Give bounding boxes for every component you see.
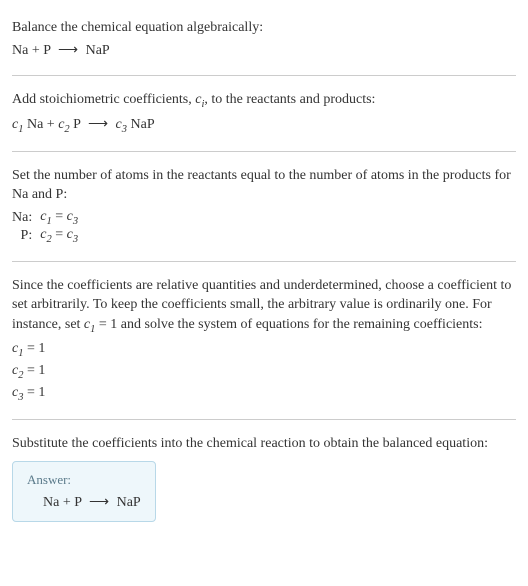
step1-text: Add stoichiometric coefficients, ci, to … xyxy=(12,90,516,112)
answer-equation: Na + P ⟶ NaP xyxy=(27,494,141,511)
intro-section: Balance the chemical equation algebraica… xyxy=(12,8,516,71)
coef-c2: c2 xyxy=(58,117,69,132)
step1-section: Add stoichiometric coefficients, ci, to … xyxy=(12,80,516,147)
arrow-icon: ⟶ xyxy=(88,116,108,133)
atom-label-na: Na: xyxy=(12,209,40,227)
step1-text-after: , to the reactants and products: xyxy=(204,92,375,107)
arrow-icon: ⟶ xyxy=(58,42,78,59)
solution-c1: c1 = 1 xyxy=(12,341,516,359)
step4-section: Substitute the coefficients into the che… xyxy=(12,424,516,531)
divider xyxy=(12,151,516,152)
step4-text: Substitute the coefficients into the che… xyxy=(12,434,516,454)
product-nap: NaP xyxy=(86,43,110,58)
answer-box: Answer: Na + P ⟶ NaP xyxy=(12,461,156,522)
coef-c3: c3 xyxy=(116,117,127,132)
step3-section: Since the coefficients are relative quan… xyxy=(12,266,516,415)
atom-table: Na: c1 = c3 P: c2 = c3 xyxy=(12,209,78,245)
step2-section: Set the number of atoms in the reactants… xyxy=(12,156,516,257)
reactant-na: Na xyxy=(12,43,28,58)
divider xyxy=(12,261,516,262)
solution-c2: c2 = 1 xyxy=(12,363,516,381)
eq-part-r2: P xyxy=(70,117,84,132)
solution-c3: c3 = 1 xyxy=(12,385,516,403)
atom-eq-na: c1 = c3 xyxy=(40,209,78,227)
eq-part-r1: Na + xyxy=(23,117,58,132)
arrow-icon: ⟶ xyxy=(89,494,109,511)
reactant-p: P xyxy=(43,43,50,58)
step2-text: Set the number of atoms in the reactants… xyxy=(12,166,516,205)
step3-text: Since the coefficients are relative quan… xyxy=(12,276,516,338)
coef-c1-inline: c1 xyxy=(84,317,95,332)
step1-text-before: Add stoichiometric coefficients, xyxy=(12,92,195,107)
step1-equation: c1 Na + c2 P ⟶ c3 NaP xyxy=(12,116,516,135)
answer-lhs: Na + P xyxy=(43,495,85,510)
divider xyxy=(12,75,516,76)
coef-c1: c1 xyxy=(12,117,23,132)
intro-title: Balance the chemical equation algebraica… xyxy=(12,18,516,38)
intro-equation: Na + P ⟶ NaP xyxy=(12,42,516,59)
answer-rhs: NaP xyxy=(113,495,141,510)
atom-eq-p: c2 = c3 xyxy=(40,227,78,245)
atom-row-p: P: c2 = c3 xyxy=(12,227,78,245)
answer-label: Answer: xyxy=(27,472,141,488)
atom-row-na: Na: c1 = c3 xyxy=(12,209,78,227)
eq-part-r3: NaP xyxy=(127,117,155,132)
atom-label-p: P: xyxy=(12,227,40,245)
step3-text-b: = 1 and solve the system of equations fo… xyxy=(95,317,482,332)
divider xyxy=(12,419,516,420)
plus-sign: + xyxy=(28,43,43,58)
